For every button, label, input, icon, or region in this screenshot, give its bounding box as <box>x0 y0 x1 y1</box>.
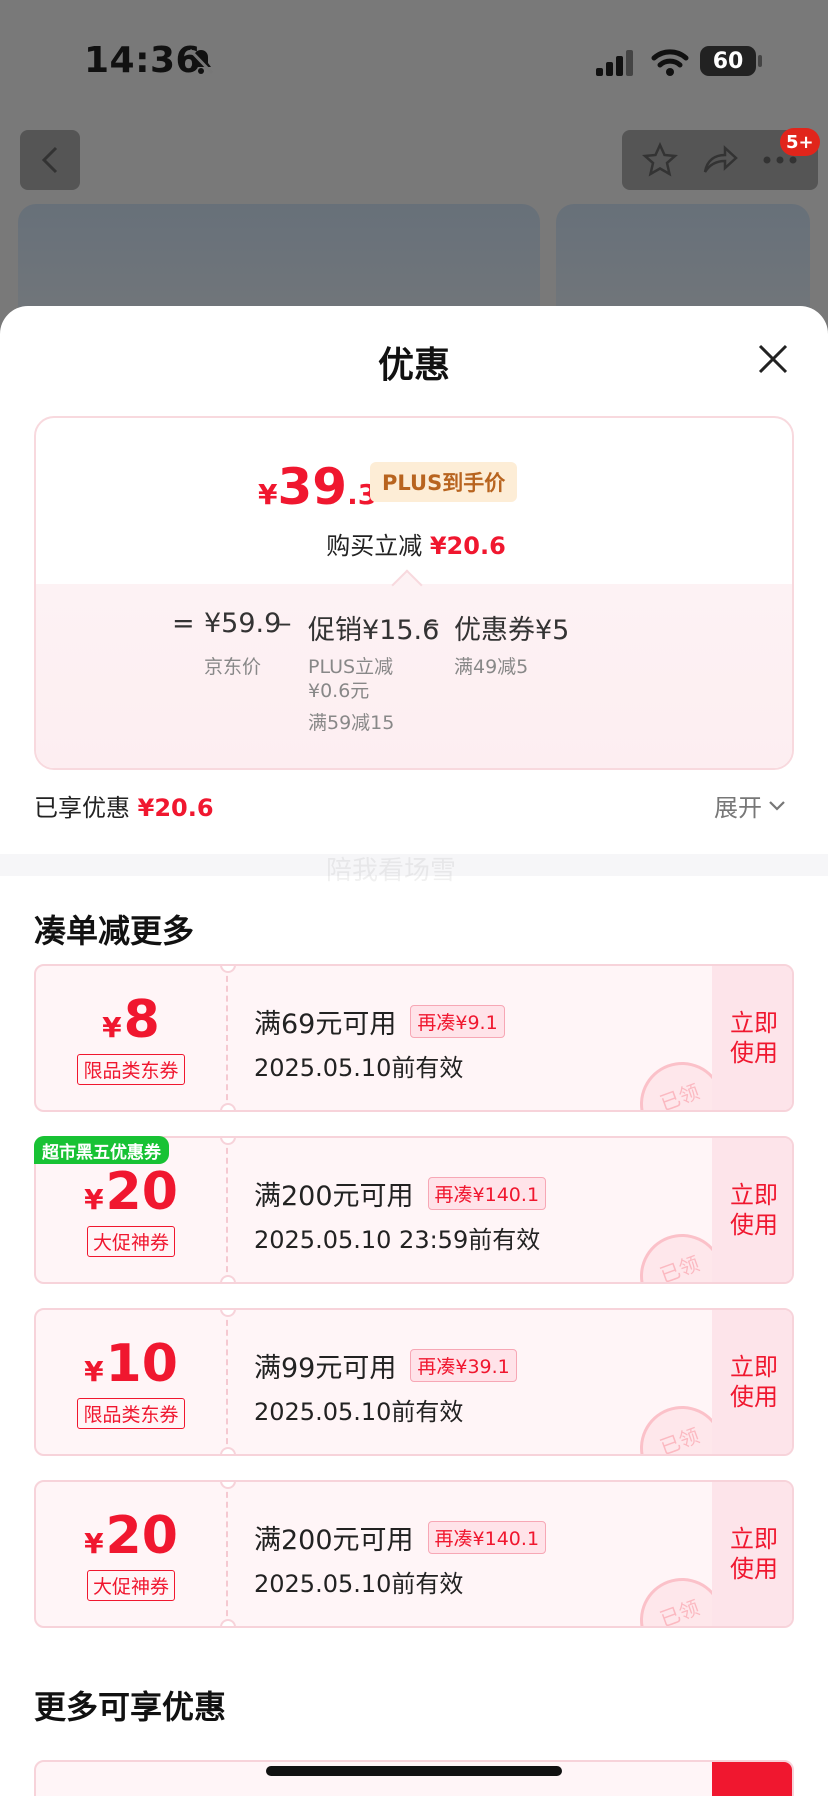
coupon-amount: 优惠券¥5 <box>454 615 570 646</box>
use-now-label: 立即使用 <box>730 1009 778 1067</box>
coupon-extra: 再凑¥140.1 <box>427 1177 547 1210</box>
coupon-extra: 再凑¥9.1 <box>410 1005 505 1038</box>
price-currency: ¥ <box>258 478 278 511</box>
coupon-number: 20 <box>105 1161 178 1222</box>
coupon-amount: ¥ 20 <box>84 1508 178 1564</box>
coupon-condition-text: 满99元可用 <box>254 1353 397 1384</box>
battery-cap <box>758 55 762 67</box>
signal-icon <box>596 50 633 76</box>
enjoyed-discount: 已享优惠 ¥20.6 <box>34 788 214 823</box>
coupon-validity: 2025.05.10前有效 <box>254 1570 464 1598</box>
coupon-condition: 满200元可用 再凑¥140.1 <box>254 1518 547 1557</box>
coupon-amount: ¥ 10 <box>84 1336 178 1392</box>
bell-muted-icon <box>188 48 214 75</box>
enjoyed-amount: ¥20.6 <box>137 794 214 822</box>
coupon-type: 限品类东券 <box>77 1397 185 1429</box>
more-icon[interactable] <box>762 155 798 165</box>
coupon-notch <box>220 1619 236 1626</box>
watermark: 陪我看场雪 <box>326 856 457 886</box>
share-icon[interactable] <box>701 142 739 178</box>
coupon-extra: 再凑¥140.1 <box>427 1521 547 1554</box>
battery-icon: 60 <box>700 46 756 76</box>
section-title-more-offers: 更多可享优惠 <box>34 1688 227 1726</box>
coupon-type: 限品类东券 <box>77 1053 185 1085</box>
coupon-type: 大促神券 <box>86 1569 175 1601</box>
wifi-icon <box>651 49 689 76</box>
coupon-notch <box>220 1103 236 1110</box>
coupon-condition: 满200元可用 再凑¥140.1 <box>254 1174 547 1213</box>
coupon-value: ¥ 20 大促神券 <box>36 1482 228 1626</box>
price-summary: ¥ 39 .3 PLUS到手价 购买立减 ¥20.6 <box>36 418 792 584</box>
coupon-card: ¥ 10 限品类东券 满99元可用 再凑¥39.1 2025.05.10前有效 … <box>34 1308 794 1456</box>
use-now-button[interactable]: 立即使用 <box>712 1482 792 1626</box>
coupon-validity: 2025.05.10 23:59前有效 <box>254 1226 541 1254</box>
star-icon[interactable] <box>641 142 678 178</box>
coupon-validity: 2025.05.10前有效 <box>254 1398 464 1426</box>
promo-line-1: PLUS立减 <box>308 656 394 678</box>
coupon-currency: ¥ <box>84 1182 104 1216</box>
coupon-currency: ¥ <box>84 1526 104 1560</box>
status-time: 14:36 <box>84 40 202 81</box>
coupon-condition: 满69元可用 再凑¥9.1 <box>254 1002 505 1041</box>
use-now-button[interactable]: 立即使用 <box>712 966 792 1110</box>
chevron-down-icon <box>769 800 785 811</box>
promo-line-2: ¥0.6元 <box>308 680 370 702</box>
coupon-notch <box>220 1447 236 1454</box>
coupon-type: 大促神券 <box>86 1225 175 1257</box>
message-badge: 5+ <box>780 128 820 156</box>
use-now-button[interactable]: 立即使用 <box>712 1138 792 1282</box>
close-icon[interactable] <box>752 338 794 380</box>
final-price: ¥ 39 .3 <box>258 458 377 516</box>
chevron-left-icon <box>41 146 58 174</box>
coupon-number: 10 <box>105 1333 178 1394</box>
back-button[interactable] <box>20 130 80 190</box>
coupon-card: ¥ 8 限品类东券 满69元可用 再凑¥9.1 2025.05.10前有效 已领… <box>34 964 794 1112</box>
use-now-label: 立即使用 <box>730 1525 778 1583</box>
use-now-label: 立即使用 <box>730 1353 778 1411</box>
sheet-title: 优惠 <box>377 345 450 386</box>
plus-price-tag: PLUS到手价 <box>370 462 518 502</box>
coupon-amount: ¥ 8 <box>102 992 160 1048</box>
coupon-number: 20 <box>105 1505 178 1566</box>
equals-sign: = <box>172 608 195 639</box>
base-price-label: 京东价 <box>204 656 262 678</box>
coupon-value: ¥ 8 限品类东券 <box>36 966 228 1110</box>
status-bar: 14:36 60 <box>0 0 828 120</box>
coupon-extra: 再凑¥39.1 <box>410 1349 517 1382</box>
home-indicator[interactable] <box>266 1766 562 1776</box>
promo-line-3: 满59减15 <box>308 712 395 734</box>
coupon-label: 满49减5 <box>454 656 529 678</box>
coupon-amount: ¥ 20 <box>84 1164 178 1220</box>
promo-amount: 促销¥15.6 <box>308 615 440 646</box>
supermarket-tag: 超市黑五优惠券 <box>34 1136 169 1164</box>
coupon-value: ¥ 10 限品类东券 <box>36 1310 228 1454</box>
price-integer: 39 <box>277 458 348 516</box>
coupon-condition-text: 满200元可用 <box>254 1525 414 1556</box>
enjoyed-label: 已享优惠 <box>34 794 130 822</box>
save-label: 购买立减 <box>326 532 423 560</box>
expand-button[interactable]: 展开 <box>714 788 786 823</box>
discount-sheet: 优惠 ¥ 39 .3 PLUS到手价 购买立减 ¥20.6 = ¥59.9 – … <box>0 306 828 1796</box>
base-price: ¥59.9 <box>204 608 282 639</box>
price-breakdown: = ¥59.9 – 促销¥15.6 – 优惠券¥5 京东价 PLUS立减 ¥0.… <box>36 584 792 768</box>
minus-sign-2: – <box>426 608 440 639</box>
use-now-label: 立即使用 <box>730 1181 778 1239</box>
price-card: ¥ 39 .3 PLUS到手价 购买立减 ¥20.6 = ¥59.9 – 促销¥… <box>34 416 794 770</box>
coupon-card: ¥ 20 大促神券 满200元可用 再凑¥140.1 2025.05.10前有效… <box>34 1480 794 1628</box>
coupon-notch <box>220 1275 236 1282</box>
coupon-condition: 满99元可用 再凑¥39.1 <box>254 1346 517 1385</box>
coupon-validity: 2025.05.10前有效 <box>254 1054 464 1082</box>
section-title-more-savings: 凑单减更多 <box>34 912 195 950</box>
use-now-button[interactable] <box>712 1762 792 1796</box>
coupon-currency: ¥ <box>84 1354 104 1388</box>
minus-sign-1: – <box>278 608 292 639</box>
coupon-currency: ¥ <box>102 1010 122 1044</box>
coupon-condition-text: 满200元可用 <box>254 1181 414 1212</box>
save-line: 购买立减 ¥20.6 <box>36 526 792 561</box>
save-amount: ¥20.6 <box>429 532 506 560</box>
coupon-condition-text: 满69元可用 <box>254 1009 397 1040</box>
coupon-number: 8 <box>123 989 160 1050</box>
expand-label: 展开 <box>714 794 762 822</box>
use-now-button[interactable]: 立即使用 <box>712 1310 792 1454</box>
